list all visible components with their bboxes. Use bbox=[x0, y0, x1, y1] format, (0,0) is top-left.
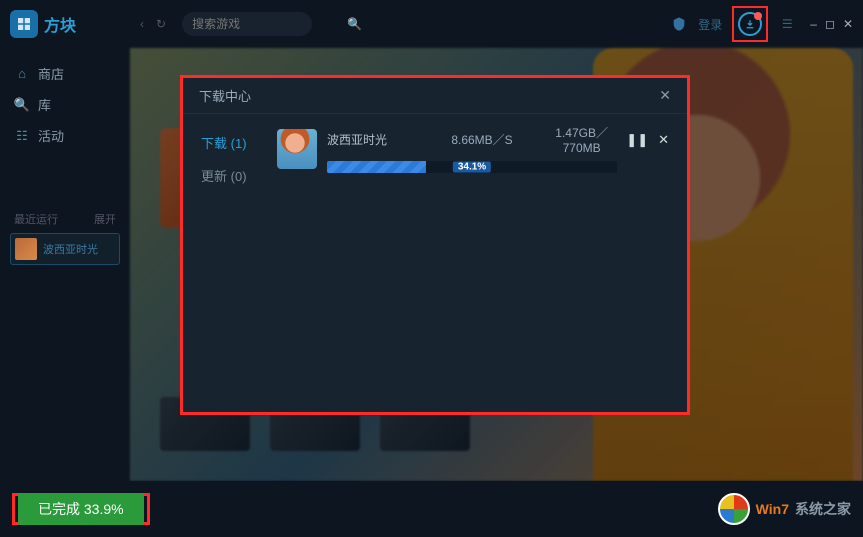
menu-icon[interactable]: ☰ bbox=[778, 15, 796, 33]
download-progress-bar: 34.1% bbox=[327, 161, 617, 173]
download-indicator-icon[interactable] bbox=[738, 12, 762, 36]
running-header: 最近运行 展开 bbox=[10, 211, 120, 227]
modal-content: 波西亚时光 8.66MB／S 1.47GB／770MB ❚❚ ✕ 34.1% bbox=[273, 114, 687, 412]
running-game-label: 波西亚时光 bbox=[43, 241, 98, 257]
app-logo[interactable]: 方块 bbox=[10, 10, 120, 38]
modal-body: 下载 (1) 更新 (0) 波西亚时光 8.66MB／S 1.47GB／770M… bbox=[183, 114, 687, 412]
maximize-icon[interactable]: ◻ bbox=[825, 17, 835, 31]
activity-icon: ☷ bbox=[14, 128, 30, 144]
highlight-download-indicator bbox=[732, 6, 768, 42]
shield-icon[interactable] bbox=[670, 15, 688, 33]
highlight-download-center: 下载中心 ✕ 下载 (1) 更新 (0) 波西亚时光 bbox=[180, 75, 690, 415]
app-name: 方块 bbox=[44, 12, 76, 36]
sidebar-item-label: 库 bbox=[38, 95, 51, 114]
download-center-modal: 下载中心 ✕ 下载 (1) 更新 (0) 波西亚时光 bbox=[183, 78, 687, 412]
sidebar-item-store[interactable]: ⌂ 商店 bbox=[10, 58, 120, 89]
download-item-name: 波西亚时光 bbox=[327, 131, 427, 148]
modal-title: 下载中心 bbox=[199, 86, 251, 105]
highlight-done-button: 已完成 33.9% bbox=[12, 493, 150, 525]
download-item: 波西亚时光 8.66MB／S 1.47GB／770MB ❚❚ ✕ 34.1% bbox=[277, 124, 669, 173]
sidebar-item-library[interactable]: 🔍 库 bbox=[10, 89, 120, 120]
modal-header: 下载中心 ✕ bbox=[183, 78, 687, 114]
download-item-speed: 8.66MB／S bbox=[427, 131, 537, 148]
download-progress-fill bbox=[327, 161, 426, 173]
minimize-icon[interactable]: – bbox=[810, 17, 817, 31]
download-progress-pct: 34.1% bbox=[453, 162, 491, 173]
sidebar-item-activity[interactable]: ☷ 活动 bbox=[10, 120, 120, 151]
back-icon[interactable]: ‹ bbox=[140, 17, 144, 31]
modal-tabs: 下载 (1) 更新 (0) bbox=[183, 114, 273, 412]
library-icon: 🔍 bbox=[14, 97, 30, 113]
pause-icon[interactable]: ❚❚ bbox=[626, 132, 648, 148]
window-controls: – ◻ ✕ bbox=[810, 17, 853, 31]
search-input[interactable] bbox=[192, 17, 347, 31]
logo-icon bbox=[10, 10, 38, 38]
sidebar-item-label: 商店 bbox=[38, 64, 64, 83]
close-icon[interactable]: ✕ bbox=[659, 87, 671, 104]
search-box[interactable]: 🔍 bbox=[182, 12, 312, 36]
running-game-item[interactable]: 波西亚时光 bbox=[10, 233, 120, 265]
sidebar-item-label: 活动 bbox=[38, 126, 64, 145]
search-icon[interactable]: 🔍 bbox=[347, 17, 362, 31]
top-right-controls: 登录 ☰ – ◻ ✕ bbox=[670, 6, 853, 42]
tab-download[interactable]: 下载 (1) bbox=[183, 126, 273, 159]
refresh-icon[interactable]: ↻ bbox=[156, 17, 166, 31]
sidebar: ⌂ 商店 🔍 库 ☷ 活动 最近运行 展开 波西亚时光 bbox=[0, 48, 130, 481]
store-icon: ⌂ bbox=[14, 66, 30, 82]
tab-update[interactable]: 更新 (0) bbox=[183, 159, 273, 192]
close-window-icon[interactable]: ✕ bbox=[843, 17, 853, 31]
download-item-thumb bbox=[277, 129, 317, 169]
download-item-main: 波西亚时光 8.66MB／S 1.47GB／770MB ❚❚ ✕ 34.1% bbox=[327, 124, 669, 173]
download-done-button[interactable]: 已完成 33.9% bbox=[18, 493, 144, 525]
cancel-icon[interactable]: ✕ bbox=[658, 132, 669, 148]
running-game-thumb bbox=[15, 238, 37, 260]
login-link[interactable]: 登录 bbox=[698, 15, 722, 33]
top-bar: 方块 ‹ ↻ 🔍 登录 ☰ – ◻ ✕ bbox=[0, 0, 863, 48]
download-item-size: 1.47GB／770MB bbox=[537, 124, 626, 155]
nav-arrows: ‹ ↻ bbox=[140, 17, 166, 31]
download-item-actions: ❚❚ ✕ bbox=[626, 132, 669, 148]
bottom-bar: 已完成 33.9% Win7系统之家 bbox=[0, 481, 863, 537]
watermark: Win7系统之家 bbox=[718, 493, 851, 525]
windows-flag-icon bbox=[718, 493, 750, 525]
